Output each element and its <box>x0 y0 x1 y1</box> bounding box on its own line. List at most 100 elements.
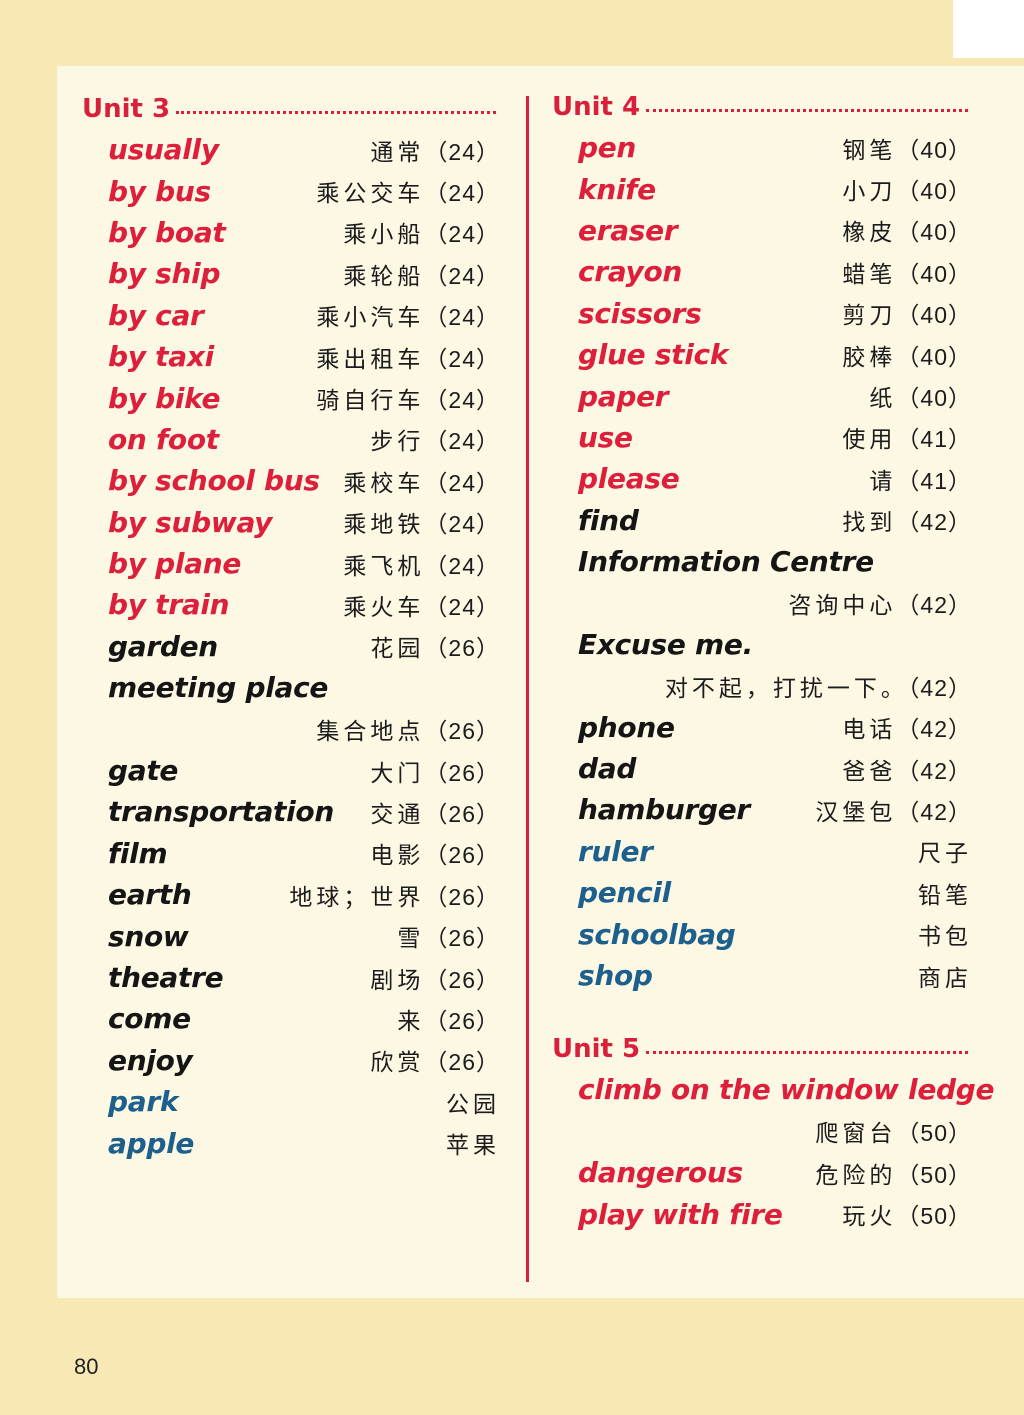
vocab-entry: knife 小刀（40） <box>552 168 972 209</box>
english-word: scissors <box>578 296 702 330</box>
page-reference: （41） <box>896 467 972 494</box>
chinese-meaning: 爬窗台 <box>815 1121 897 1148</box>
translation-group: 骑自行车（24） <box>316 381 500 415</box>
page-reference: （24） <box>424 262 500 289</box>
chinese-meaning: 乘小汽车 <box>316 305 425 332</box>
vocab-entry: on foot 步行（24） <box>82 419 500 460</box>
vocab-entry: 集合地点（26） <box>82 708 500 749</box>
translation-group: 集合地点（26） <box>316 712 500 746</box>
translation-group: 大门（26） <box>370 754 500 788</box>
translation-group: 玩火（50） <box>842 1197 972 1231</box>
translation-group: 地球；世界（26） <box>289 878 500 912</box>
unit-5-title: Unit 5 <box>552 1033 641 1064</box>
chinese-meaning: 汉堡包 <box>815 799 897 826</box>
translation-group: 商店 <box>918 959 972 993</box>
translation-group: 乘出租车（24） <box>316 340 500 374</box>
translation-group: 咨询中心（42） <box>788 586 972 620</box>
english-word: park <box>108 1085 179 1119</box>
translation-group: 危险的（50） <box>815 1156 972 1190</box>
english-word: Excuse me. <box>578 627 753 661</box>
english-word: by boat <box>108 215 226 249</box>
page-reference: （40） <box>896 385 972 412</box>
page-reference: （40） <box>896 136 972 163</box>
unit-4-title: Unit 4 <box>552 91 641 122</box>
chinese-meaning: 公园 <box>446 1091 500 1118</box>
page-reference: （40） <box>896 219 972 246</box>
chinese-meaning: 橡皮 <box>842 220 897 247</box>
english-word: snow <box>108 919 189 953</box>
vocab-entry: transportation 交通（26） <box>82 791 500 832</box>
vocab-entry: by taxi 乘出租车（24） <box>82 336 500 377</box>
chinese-meaning: 通常 <box>370 139 425 166</box>
chinese-meaning: 乘公交车 <box>316 181 425 208</box>
page-reference: （24） <box>424 511 500 538</box>
chinese-meaning: 集合地点 <box>316 719 425 746</box>
unit-3-word-list: usually 通常（24） by bus 乘公交车（24） by boat 乘小船（24… <box>82 129 500 1164</box>
translation-group: 胶棒（40） <box>842 338 972 372</box>
vocab-entry: dangerous 危险的（50） <box>552 1152 972 1193</box>
page-reference: （26） <box>424 800 500 827</box>
chinese-meaning: 剪刀 <box>842 303 897 330</box>
page-reference: （24） <box>424 221 500 248</box>
vocab-entry: by train 乘火车（24） <box>82 584 500 625</box>
english-word: hamburger <box>578 793 750 827</box>
english-word: eraser <box>578 213 678 247</box>
english-word: by plane <box>108 547 242 581</box>
translation-group: 乘校车（24） <box>343 464 500 498</box>
chinese-meaning: 乘飞机 <box>343 553 425 580</box>
translation-group: 乘公交车（24） <box>316 174 500 208</box>
page-reference: （24） <box>424 593 500 620</box>
translation-group: 交通（26） <box>370 795 500 829</box>
unit-5-word-list: climb on the window ledge 爬窗台（50） dangerou… <box>552 1069 995 1235</box>
page-reference: （24） <box>424 138 500 165</box>
english-word: by ship <box>108 257 221 291</box>
chinese-meaning: 乘出租车 <box>316 346 425 373</box>
english-word: earth <box>108 878 192 912</box>
vocab-entry: by subway 乘地铁（24） <box>82 502 500 543</box>
dotted-leader <box>646 109 968 112</box>
vocab-entry: Excuse me. <box>552 624 972 665</box>
translation-group: 使用（41） <box>842 420 972 454</box>
chinese-meaning: 纸 <box>869 386 897 413</box>
vocab-entry: snow 雪（26） <box>82 915 500 956</box>
translation-group: 雪（26） <box>397 919 500 953</box>
translation-group: 钢笔（40） <box>842 131 972 165</box>
vocab-entry: pen 钢笔（40） <box>552 127 972 168</box>
chinese-meaning: 乘轮船 <box>343 263 425 290</box>
translation-group: 欣赏（26） <box>370 1043 500 1077</box>
page-reference: （42） <box>896 509 972 536</box>
translation-group: 剧场（26） <box>370 961 500 995</box>
english-word: phone <box>578 710 675 744</box>
page-reference: （26） <box>424 842 500 869</box>
translation-group: 纸（40） <box>869 379 972 413</box>
vocab-entry: crayon 蜡笔（40） <box>552 251 972 292</box>
vocab-entry: schoolbag 书包 <box>552 913 972 954</box>
vocab-entry: glue stick 胶棒（40） <box>552 334 972 375</box>
english-word: Information Centre <box>578 545 874 579</box>
vocab-entry: paper 纸（40） <box>552 375 972 416</box>
english-word: come <box>108 1002 191 1036</box>
english-word: garden <box>108 629 218 663</box>
vocab-entry: by boat 乘小船（24） <box>82 212 500 253</box>
english-word: climb on the window ledge <box>578 1073 995 1107</box>
vocab-entry: use 使用（41） <box>552 417 972 458</box>
page-reference: （42） <box>896 798 972 825</box>
chinese-meaning: 小刀 <box>842 179 897 206</box>
vocab-entry: 对不起，打扰一下。（42） <box>552 665 972 706</box>
english-word: please <box>578 462 680 496</box>
chinese-meaning: 爸爸 <box>842 758 897 785</box>
chinese-meaning: 尺子 <box>918 841 972 868</box>
english-word: by school bus <box>108 464 320 498</box>
chinese-meaning: 地球；世界 <box>289 884 425 911</box>
vocab-entry: pencil 铅笔 <box>552 872 972 913</box>
chinese-meaning: 步行 <box>370 429 425 456</box>
chinese-meaning: 大门 <box>370 760 425 787</box>
vocab-entry: film 电影（26） <box>82 833 500 874</box>
chinese-meaning: 花园 <box>370 636 425 663</box>
translation-group: 乘飞机（24） <box>343 547 500 581</box>
page-reference: （26） <box>424 966 500 993</box>
translation-group: 花园（26） <box>370 629 500 663</box>
vocab-entry: usually 通常（24） <box>82 129 500 170</box>
translation-group: 乘轮船（24） <box>343 257 500 291</box>
chinese-meaning: 剧场 <box>370 967 425 994</box>
